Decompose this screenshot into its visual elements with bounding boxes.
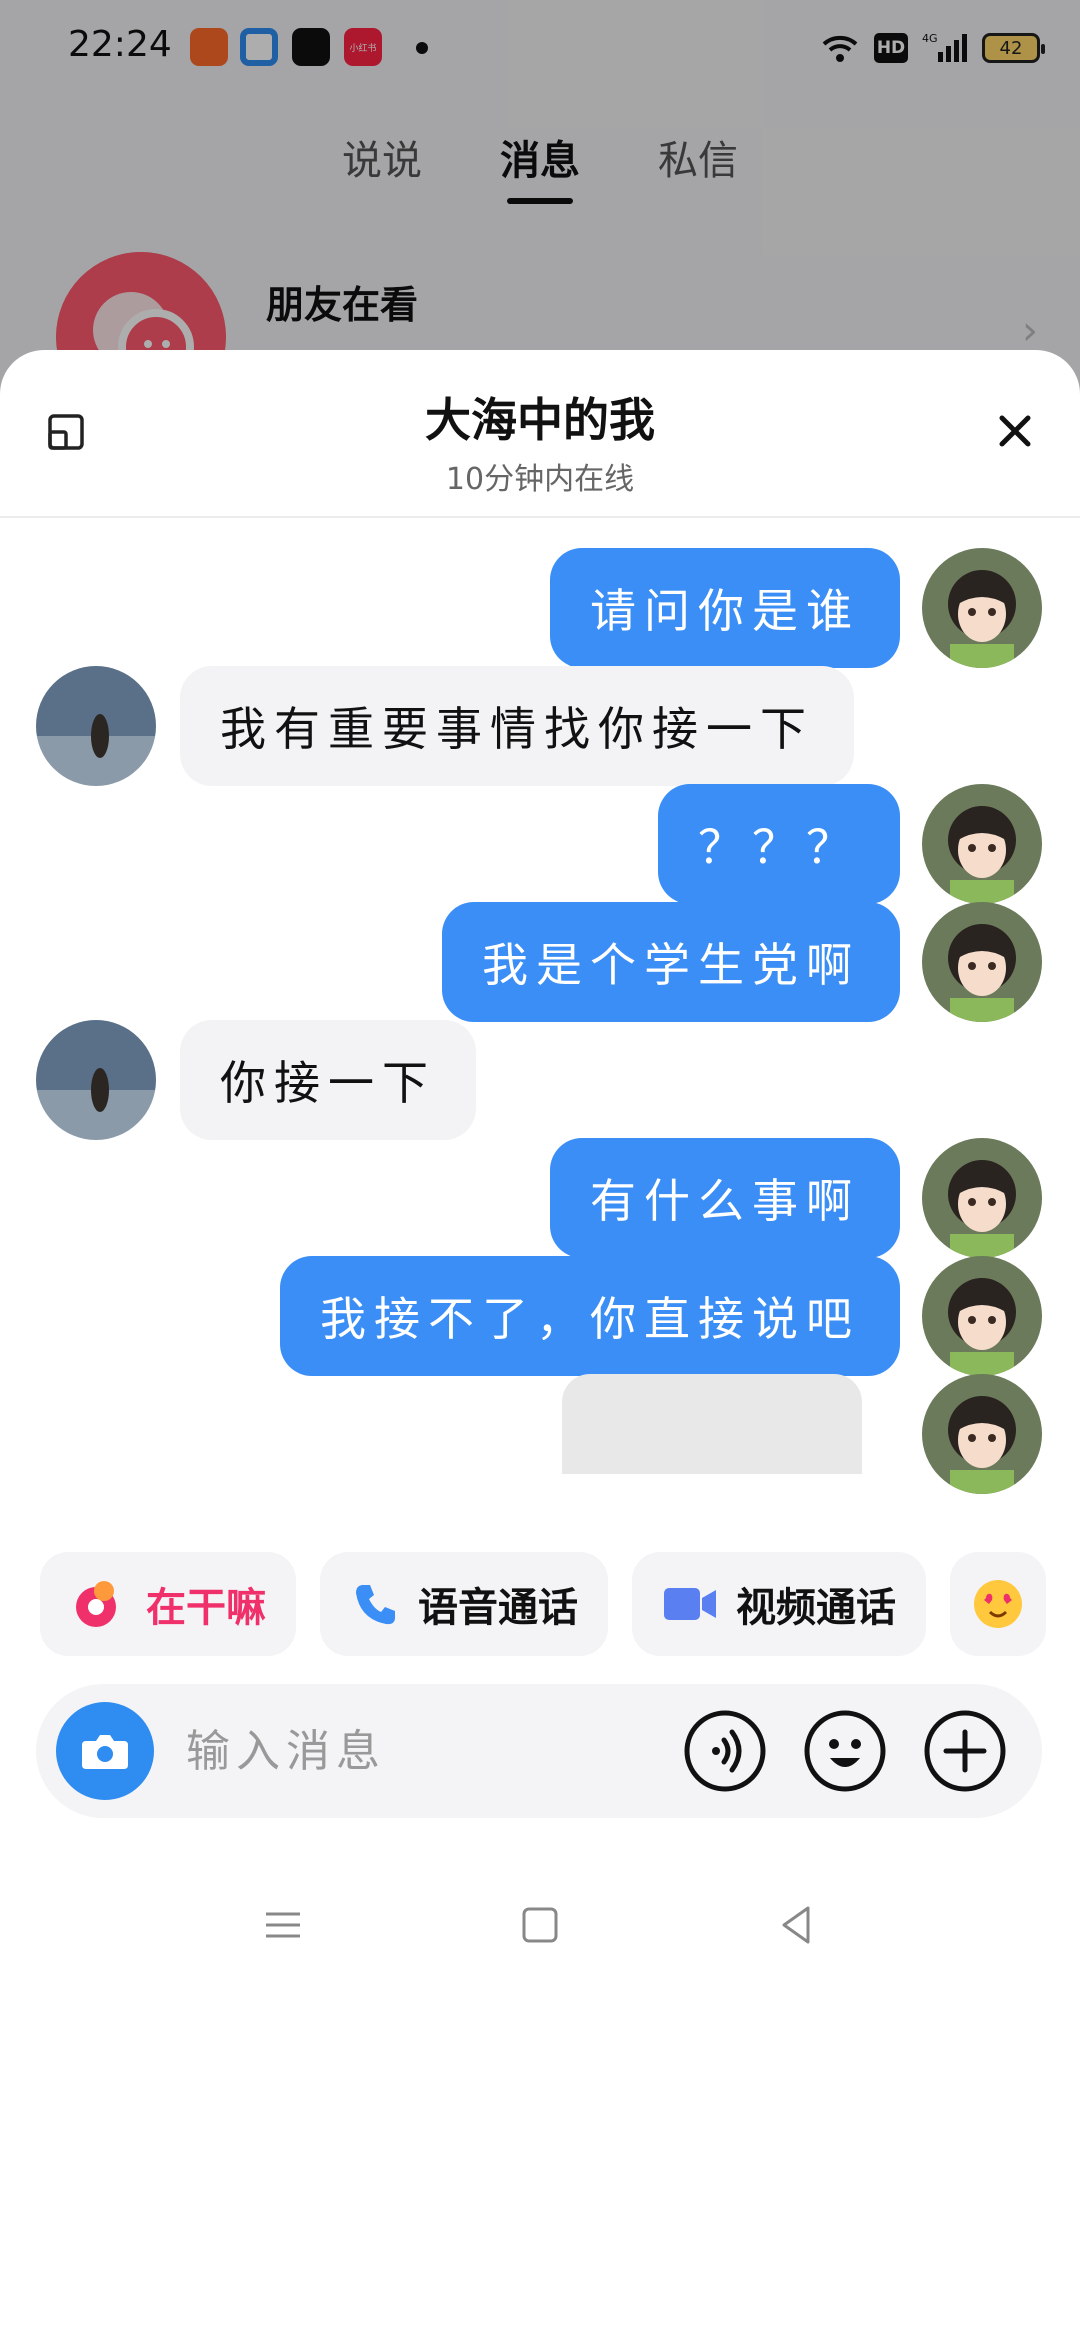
message-row: 有什么事啊 [0,1138,1080,1258]
message-row: 我接不了，你直接说吧 [0,1256,1080,1376]
message-bubble-outgoing[interactable]: 请问你是谁 [550,548,900,668]
message-row [0,1374,1080,1494]
video-icon [664,1588,716,1620]
my-avatar[interactable] [922,548,1042,668]
busy-icon [76,1581,116,1627]
plus-icon[interactable] [922,1708,1008,1794]
chat-contact-name: 大海中的我 [425,393,655,447]
home-icon[interactable] [515,1900,565,1950]
chat-sheet: 大海中的我 10分钟内在线 请问你是谁 我有重要事情找你接一下 ？？？ 我是个学… [0,350,1080,2340]
chat-online-status: 10分钟内在线 [445,462,635,497]
voice-call-button[interactable]: 语音通话 [320,1552,608,1656]
whats-up-label: 在干嘛 [146,1585,266,1631]
video-call-label: 视频通话 [736,1585,896,1631]
contact-avatar[interactable] [36,1020,156,1140]
message-bubble-outgoing[interactable]: ？？？ [658,784,900,904]
my-avatar[interactable] [922,1138,1042,1258]
contact-avatar[interactable] [36,666,156,786]
my-avatar[interactable] [922,1256,1042,1376]
message-input[interactable] [186,1710,666,1792]
message-bubble-outgoing[interactable]: 我是个学生党啊 [442,902,900,1022]
message-bubble-incoming[interactable]: 你接一下 [180,1020,476,1140]
my-avatar[interactable] [922,1374,1042,1494]
voice-call-label: 语音通话 [418,1585,578,1631]
message-bubble-outgoing[interactable]: 我接不了，你直接说吧 [280,1256,900,1376]
my-avatar[interactable] [922,784,1042,904]
message-row: 我有重要事情找你接一下 [0,666,1080,786]
phone-icon [356,1585,395,1625]
camera-button[interactable] [56,1702,154,1800]
message-bubble-incoming[interactable]: 我有重要事情找你接一下 [180,666,854,786]
message-bubble-outgoing[interactable]: 有什么事啊 [550,1138,900,1258]
screen: 22:24 小红书 HD 4G 42 说说 消息 私信 朋友在看 › 大海中的我… [0,0,1080,2340]
menu-icon[interactable] [258,1900,308,1950]
emoji-action-button[interactable] [950,1552,1046,1656]
message-row: 请问你是谁 [0,548,1080,668]
chat-header: 大海中的我 10分钟内在线 [0,350,1080,518]
message-input-bar [36,1684,1042,1818]
voice-input-icon[interactable] [682,1708,768,1794]
message-bubble-image-placeholder[interactable] [562,1374,862,1474]
video-call-button[interactable]: 视频通话 [632,1552,926,1656]
back-icon[interactable] [772,1900,822,1950]
emoji-love-icon [974,1580,1022,1628]
camera-icon [82,1735,128,1769]
emoji-icon[interactable] [802,1708,888,1794]
message-row: 我是个学生党啊 [0,902,1080,1022]
message-row: 你接一下 [0,1020,1080,1140]
message-row: ？？？ [0,784,1080,904]
message-list[interactable]: 请问你是谁 我有重要事情找你接一下 ？？？ 我是个学生党啊 你接一下 有什么事啊… [0,518,1080,1876]
my-avatar[interactable] [922,902,1042,1022]
close-icon[interactable] [992,408,1038,454]
whats-up-button[interactable]: 在干嘛 [40,1552,296,1656]
quick-actions: 在干嘛 语音通话 视频通话 [40,1552,1046,1656]
system-nav-bar [0,1860,1080,1990]
